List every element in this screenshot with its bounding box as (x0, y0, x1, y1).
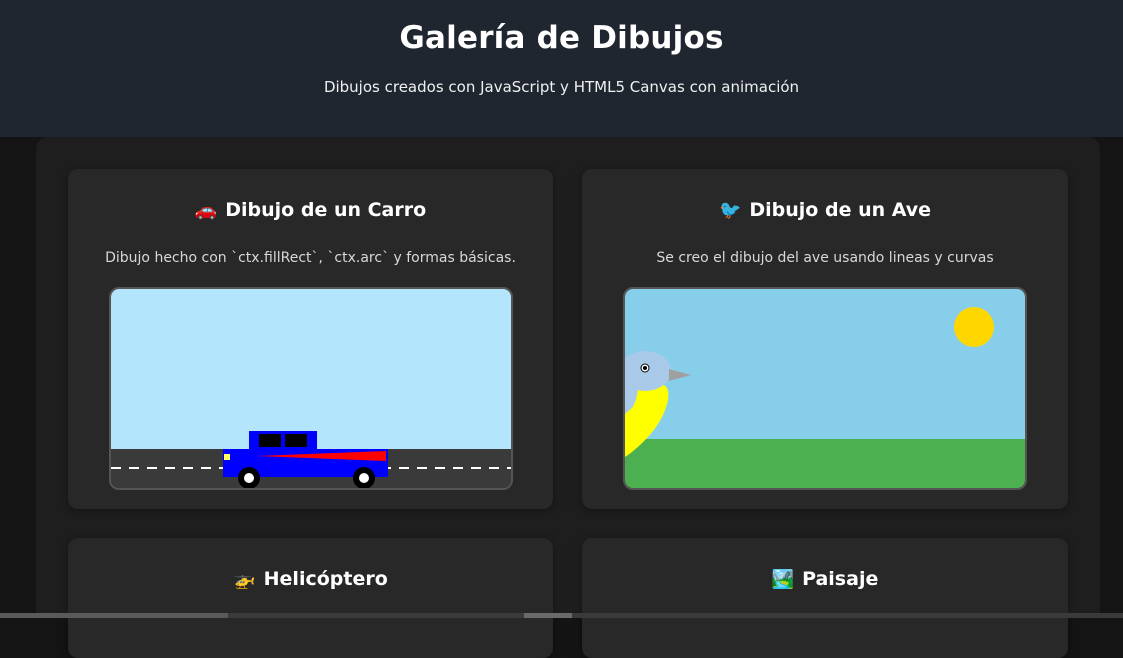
horizontal-scrollbar[interactable] (0, 613, 1123, 618)
car-card-title-text: Dibujo de un Carro (225, 199, 427, 221)
bird-drawing-card: 🐦 Dibujo de un Ave Se creo el dibujo del … (582, 169, 1068, 509)
truck-window-1 (259, 434, 281, 447)
grass (625, 439, 1025, 488)
car-emoji-icon: 🚗 (194, 200, 218, 221)
truck-headlight (224, 454, 230, 460)
helicopter-emoji-icon: 🚁 (233, 569, 256, 590)
front-wheel-hub (244, 473, 254, 483)
helicopter-card-title: 🚁 Helicóptero (68, 568, 553, 590)
bird-card-title: 🐦 Dibujo de un Ave (582, 199, 1068, 221)
truck-window-2 (285, 434, 307, 447)
bird-emoji-icon: 🐦 (718, 200, 742, 221)
car-drawing-card: 🚗 Dibujo de un Carro Dibujo hecho con `ct… (68, 169, 553, 509)
bird-card-title-text: Dibujo de un Ave (749, 199, 932, 221)
landscape-emoji-icon: 🏞️ (771, 569, 795, 590)
rear-wheel-hub (359, 473, 369, 483)
helicopter-card-title-text: Helicóptero (263, 568, 388, 590)
car-card-title: 🚗 Dibujo de un Carro (68, 199, 553, 221)
car-card-description: Dibujo hecho con `ctx.fillRect`, `ctx.ar… (105, 250, 516, 266)
scrollbar-segment (0, 613, 228, 618)
scrollbar-thumb[interactable] (524, 613, 572, 618)
bird-card-description: Se creo el dibujo del ave usando lineas … (656, 250, 994, 266)
gallery-container: 🚗 Dibujo de un Carro Dibujo hecho con `ct… (36, 137, 1100, 658)
page-header: Galería de Dibujos Dibujos creados con J… (0, 0, 1123, 137)
landscape-card-title-text: Paisaje (802, 568, 879, 590)
landscape-card-title: 🏞️ Paisaje (582, 568, 1068, 590)
bird-pupil (643, 366, 647, 370)
page-subtitle: Dibujos creados con JavaScript y HTML5 C… (323, 78, 800, 96)
page-title: Galería de Dibujos (399, 20, 724, 56)
car-canvas (109, 287, 513, 490)
landscape-drawing-card: 🏞️ Paisaje (582, 538, 1068, 658)
sky (111, 289, 511, 449)
helicopter-drawing-card: 🚁 Helicóptero (68, 538, 553, 658)
bird-canvas (623, 287, 1027, 490)
sun (954, 307, 994, 347)
